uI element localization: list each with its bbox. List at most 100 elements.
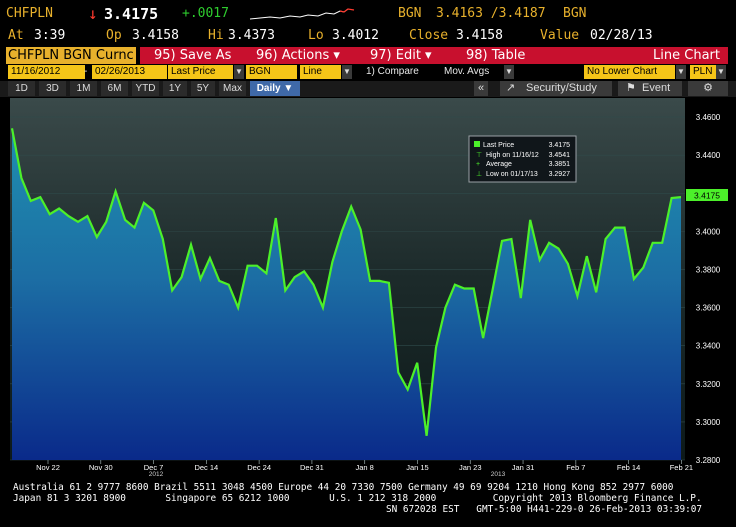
legend-high-label: High on 11/16/12 (486, 152, 539, 159)
price-chart[interactable]: 3.46003.44003.42003.40003.38003.36003.34… (0, 98, 736, 478)
x-tick-label: Nov 30 (89, 463, 113, 472)
source-field[interactable]: BGN (246, 65, 297, 79)
footer: Australia 61 2 9777 8600 Brazil 5511 304… (0, 478, 736, 527)
legend-high-value: 3.4541 (549, 152, 571, 159)
table-button[interactable]: 98) Table (456, 47, 556, 64)
low-value: 3.4012 (332, 28, 379, 43)
footer-phones-2: Japan 81 3 3201 8900 Singapore 65 6212 1… (13, 493, 702, 504)
open-label: Op (106, 28, 122, 43)
low-label: Lo (308, 28, 324, 43)
footer-phones-1: Australia 61 2 9777 8600 Brazil 5511 304… (13, 482, 674, 493)
field-dropdown-icon[interactable]: ▼ (234, 65, 244, 79)
last-price-tag: 3.4175 (686, 189, 728, 201)
high-label: Hi (208, 28, 224, 43)
legend-last-label: Last Price (483, 142, 514, 149)
range-1d[interactable]: 1D (8, 81, 35, 96)
legend-high-icon: ⊤ (476, 152, 482, 159)
sparkline-recent (339, 8, 355, 13)
x-tick-label: Feb 14 (617, 463, 640, 472)
edit-menu[interactable]: 97) Edit ▾ (360, 47, 460, 64)
sparkline-path (249, 8, 349, 20)
close-value: 3.4158 (456, 28, 503, 43)
chart-type-label: Line Chart (552, 47, 728, 64)
x-axis: Nov 22 Nov 30 Dec 7 Dec 14 Dec 24 Dec 31 Jan 8… (36, 460, 693, 478)
function-toolbar: CHFPLN BGN Curnc 95) Save As 96) Actions… (0, 47, 736, 65)
high-value: 3.4373 (228, 28, 275, 43)
lower-chart-select[interactable]: No Lower Chart (584, 65, 675, 79)
y-tick-label: 3.2800 (696, 456, 721, 465)
security-tab[interactable]: CHFPLN BGN Curnc (6, 47, 136, 64)
chart-controls: 11/16/2012 - 02/26/2013 Last Price ▼ BGN… (0, 65, 736, 81)
style-dropdown-icon[interactable]: ▼ (342, 65, 352, 79)
legend-last-value: 3.4175 (549, 142, 571, 149)
time-value: 3:39 (34, 28, 66, 43)
y-tick-label: 3.3200 (696, 380, 721, 389)
x-tick-label: Dec 31 (300, 463, 324, 472)
chart-legend[interactable]: Last Price 3.4175 ⊤ High on 11/16/12 3.4… (468, 135, 577, 183)
gear-icon[interactable]: ⚙ (688, 81, 728, 96)
x-tick-label: Feb 21 (670, 463, 693, 472)
x-tick-label: Jan 23 (459, 463, 482, 472)
last-price: 3.4175 (104, 5, 159, 23)
x-tick-label: Jan 15 (406, 463, 429, 472)
range-3d[interactable]: 3D (39, 81, 66, 96)
currency-dropdown-icon[interactable]: ▼ (716, 65, 726, 79)
compare-button[interactable]: 1) Compare (366, 65, 419, 79)
source-label: BGN (398, 6, 422, 21)
y-tick-label: 3.3400 (696, 342, 721, 351)
range-1m[interactable]: 1M (70, 81, 97, 96)
range-6m[interactable]: 6M (101, 81, 128, 96)
mov-avgs-dropdown-icon[interactable]: ▼ (504, 65, 514, 79)
y-tick-label: 3.4600 (696, 113, 721, 122)
save-as-button[interactable]: 95) Save As (140, 47, 259, 64)
x-tick-label: Jan 8 (356, 463, 374, 472)
legend-avg-label: Average (486, 161, 512, 168)
close-label: Close (409, 28, 449, 43)
bid-ask: 3.4163 /3.4187 (436, 6, 546, 21)
ticker-symbol[interactable]: CHFPLN (6, 6, 53, 21)
value-date-label: Value (540, 28, 580, 43)
down-arrow-icon: ↓ (88, 4, 98, 23)
open-value: 3.4158 (132, 28, 179, 43)
event-button[interactable]: ⚑ Event (618, 81, 682, 96)
legend-swatch (474, 141, 480, 147)
security-study-button[interactable]: ↗ Security/Study (500, 81, 612, 96)
field-select[interactable]: Last Price (168, 65, 233, 79)
currency-field[interactable]: PLN (690, 65, 717, 79)
y-tick-label: 3.3000 (696, 418, 721, 427)
range-1y[interactable]: 1Y (163, 81, 187, 96)
range-bar: 1D 3D 1M 6M YTD 1Y 5Y Max Daily ▼ « ↗ Se… (0, 81, 736, 97)
x-tick-label: Feb 7 (566, 463, 585, 472)
event-icon: ⚑ (626, 82, 636, 94)
range-max[interactable]: Max (219, 81, 246, 96)
quote-stats: At 3:39 Op 3.4158 Hi 3.4373 Lo 3.4012 Cl… (0, 24, 736, 46)
quote-header: CHFPLN ↓ 3.4175 +.0017 BGN 3.4163 /3.418… (0, 0, 736, 24)
range-5y[interactable]: 5Y (191, 81, 215, 96)
mov-avgs-button[interactable]: Mov. Avgs (444, 65, 489, 79)
y-tick-label: 3.3800 (696, 265, 721, 274)
security-study-label: Security/Study (526, 82, 597, 94)
end-date-field[interactable]: 02/26/2013 (92, 65, 167, 79)
x-tick-label: Dec 24 (247, 463, 271, 472)
range-ytd[interactable]: YTD (132, 81, 159, 96)
legend-low-label: Low on 01/17/13 (486, 171, 538, 178)
year-label: 2012 (149, 471, 164, 476)
x-tick-label: Jan 31 (512, 463, 535, 472)
start-date-field[interactable]: 11/16/2012 (8, 65, 85, 79)
y-tick-label: 3.4000 (696, 227, 721, 236)
legend-avg-value: 3.3851 (549, 161, 571, 168)
source-label-2: BGN (563, 6, 587, 21)
actions-menu[interactable]: 96) Actions ▾ (250, 47, 360, 64)
last-price-tag-value: 3.4175 (694, 191, 720, 201)
chart-svg[interactable]: 3.46003.44003.42003.40003.38003.36003.34… (0, 98, 736, 478)
legend-low-icon: ⊥ (476, 171, 482, 178)
y-tick-label: 3.3600 (696, 304, 721, 313)
year-label: 2013 (491, 471, 506, 476)
line-chart-icon: ↗ (506, 82, 516, 94)
lower-chart-dropdown-icon[interactable]: ▼ (676, 65, 686, 79)
style-select[interactable]: Line (300, 65, 341, 79)
x-tick-label: Dec 14 (194, 463, 218, 472)
collapse-icon[interactable]: « (474, 81, 488, 96)
x-tick-label: Nov 22 (36, 463, 60, 472)
frequency-select[interactable]: Daily ▼ (250, 81, 300, 96)
